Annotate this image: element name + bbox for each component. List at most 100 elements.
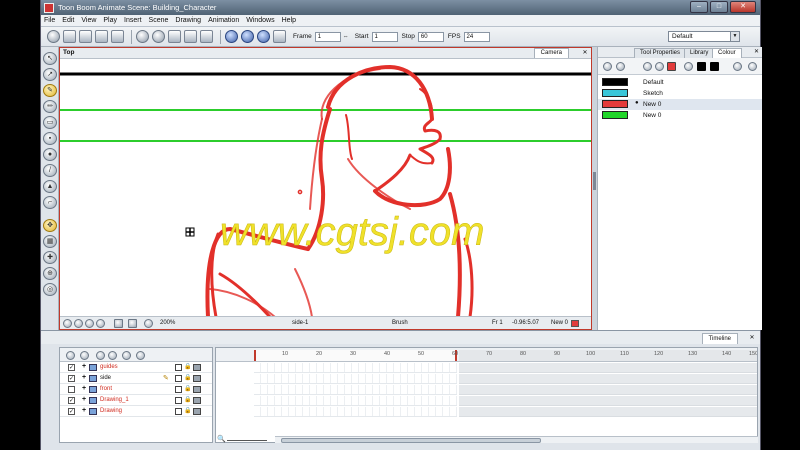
current-color-swatch[interactable] (571, 320, 579, 327)
pencil-tool-icon[interactable]: ✏ (43, 100, 57, 113)
grid-icon[interactable] (128, 319, 137, 328)
layer-visible-checkbox[interactable] (68, 386, 75, 393)
layer-props-icon[interactable] (122, 351, 131, 360)
transform-tool-icon[interactable]: ✥ (43, 219, 57, 232)
layer-toggle[interactable] (175, 364, 182, 371)
black-swatch-icon[interactable] (697, 62, 706, 71)
loop-icon[interactable] (241, 30, 254, 43)
menu-insert[interactable]: Insert (124, 17, 142, 24)
close-button[interactable]: ✕ (730, 1, 756, 13)
layer-visible-checkbox[interactable]: ✓ (68, 364, 75, 371)
clone-icon[interactable] (136, 351, 145, 360)
frame-ruler[interactable]: 10 20 30 40 50 60 70 80 90 100 110 120 1… (216, 348, 757, 362)
start-field[interactable]: 1 (371, 31, 398, 42)
menu-animation[interactable]: Animation (208, 17, 239, 24)
layer-row[interactable]: ✓ + Drawing 🔒 (60, 407, 212, 417)
timeline-close-icon[interactable]: ✕ (748, 334, 756, 342)
frame-grid[interactable]: 10 20 30 40 50 60 70 80 90 100 110 120 1… (215, 347, 758, 443)
lock-icon[interactable]: 🔒 (184, 385, 191, 392)
save-icon[interactable] (79, 30, 92, 43)
copy-icon[interactable] (184, 30, 197, 43)
palette-icon[interactable] (643, 62, 652, 71)
view-close-icon[interactable]: ✕ (581, 49, 589, 57)
brush-colour-icon[interactable] (684, 62, 693, 71)
menu-play[interactable]: Play (103, 17, 117, 24)
layer-row[interactable]: + front 🔒 (60, 385, 212, 395)
expand-icon[interactable] (96, 351, 105, 360)
paint-tool-icon[interactable]: ▲ (43, 180, 57, 193)
black-swatch-icon[interactable] (710, 62, 719, 71)
contour-editor-icon[interactable]: ↗ (43, 68, 57, 81)
expand-plus-icon[interactable]: + (82, 363, 86, 370)
ellipse-tool-icon[interactable]: ● (43, 148, 57, 161)
sound-icon[interactable] (273, 30, 286, 43)
edit-colour-icon[interactable] (655, 62, 664, 71)
auto-light-icon[interactable] (85, 319, 94, 328)
frame-row[interactable] (254, 407, 457, 417)
frame-field[interactable]: 1 (314, 31, 341, 42)
chevron-down-icon[interactable]: ▼ (730, 32, 739, 41)
onion-skin-icon[interactable] (63, 319, 72, 328)
swatch-row[interactable]: New 0 (598, 110, 762, 121)
swatch-row[interactable]: Default (598, 77, 762, 88)
layer-visible-checkbox[interactable]: ✓ (68, 375, 75, 382)
tab-timeline[interactable]: Timeline (701, 333, 738, 344)
remove-colour-icon[interactable] (616, 62, 625, 71)
fps-field[interactable]: 24 (463, 31, 490, 42)
eraser-tool-icon[interactable]: ▭ (43, 116, 57, 129)
expand-plus-icon[interactable]: + (82, 407, 86, 414)
brush-tool-icon[interactable]: ✎ (43, 84, 57, 97)
play-icon[interactable] (225, 30, 238, 43)
cut-icon[interactable] (168, 30, 181, 43)
layer-toggle[interactable] (175, 386, 182, 393)
stop-field[interactable]: 60 (417, 31, 444, 42)
frame-row[interactable] (254, 374, 457, 384)
layer-row[interactable]: ✓ + guides 🔒 (60, 363, 212, 373)
splitter-grip[interactable] (593, 172, 596, 190)
link-icon[interactable] (733, 62, 742, 71)
zoom-tool-icon[interactable]: ⊕ (43, 267, 57, 280)
menu-windows[interactable]: Windows (246, 17, 274, 24)
layer-toggle[interactable] (175, 375, 182, 382)
morph-tool-icon[interactable]: ✚ (43, 251, 57, 264)
collapse-icon[interactable] (108, 351, 117, 360)
layer-visible-checkbox[interactable]: ✓ (68, 408, 75, 415)
layer-colour-icon[interactable] (193, 364, 201, 371)
layer-toggle[interactable] (175, 408, 182, 415)
frame-row[interactable] (254, 363, 457, 373)
paste-icon[interactable] (200, 30, 213, 43)
line-tool-icon[interactable]: / (43, 164, 57, 177)
undo-icon[interactable] (136, 30, 149, 43)
layer-row[interactable]: ✓ + Drawing_1 🔒 (60, 396, 212, 406)
layer-visible-checkbox[interactable]: ✓ (68, 397, 75, 404)
select-tool-icon[interactable]: ↖ (43, 52, 57, 65)
frame-spin-icon[interactable]: ⇔ (343, 34, 349, 40)
shade-icon[interactable] (96, 319, 105, 328)
layer-colour-icon[interactable] (193, 397, 201, 404)
tab-camera[interactable]: Camera (533, 48, 569, 58)
menu-scene[interactable]: Scene (149, 17, 169, 24)
drawing-canvas[interactable]: www.cgtsj.com (60, 59, 591, 317)
workspace-select[interactable]: Default ▼ (668, 31, 740, 42)
add-layer-icon[interactable] (66, 351, 75, 360)
lock-icon[interactable]: 🔒 (184, 363, 191, 370)
rectangle-tool-icon[interactable]: ▪ (43, 132, 57, 145)
layer-row[interactable]: ✓ + side ✎ 🔒 (60, 374, 212, 384)
grid-tool-icon[interactable]: ▦ (43, 235, 57, 248)
zoom-magnifier-icon[interactable]: 🔍 (217, 435, 226, 443)
dropper-tool-icon[interactable]: ⌐ (43, 196, 57, 209)
layer-toggle[interactable] (175, 397, 182, 404)
expand-plus-icon[interactable]: + (82, 396, 86, 403)
tab-tool-properties[interactable]: Tool Properties (634, 48, 687, 58)
frame-row[interactable] (254, 385, 457, 395)
remove-layer-icon[interactable] (80, 351, 89, 360)
scrollbar-thumb[interactable] (281, 438, 541, 443)
timeline-zoom-slider[interactable] (227, 440, 267, 441)
timeline-scrollbar[interactable] (275, 436, 758, 443)
minimize-button[interactable]: – (690, 1, 708, 13)
layer-colour-icon[interactable] (193, 408, 201, 415)
title-bar[interactable]: Toon Boom Animate Scene: Building_Charac… (41, 0, 760, 15)
layer-colour-icon[interactable] (193, 386, 201, 393)
print-icon[interactable] (95, 30, 108, 43)
add-colour-icon[interactable] (603, 62, 612, 71)
